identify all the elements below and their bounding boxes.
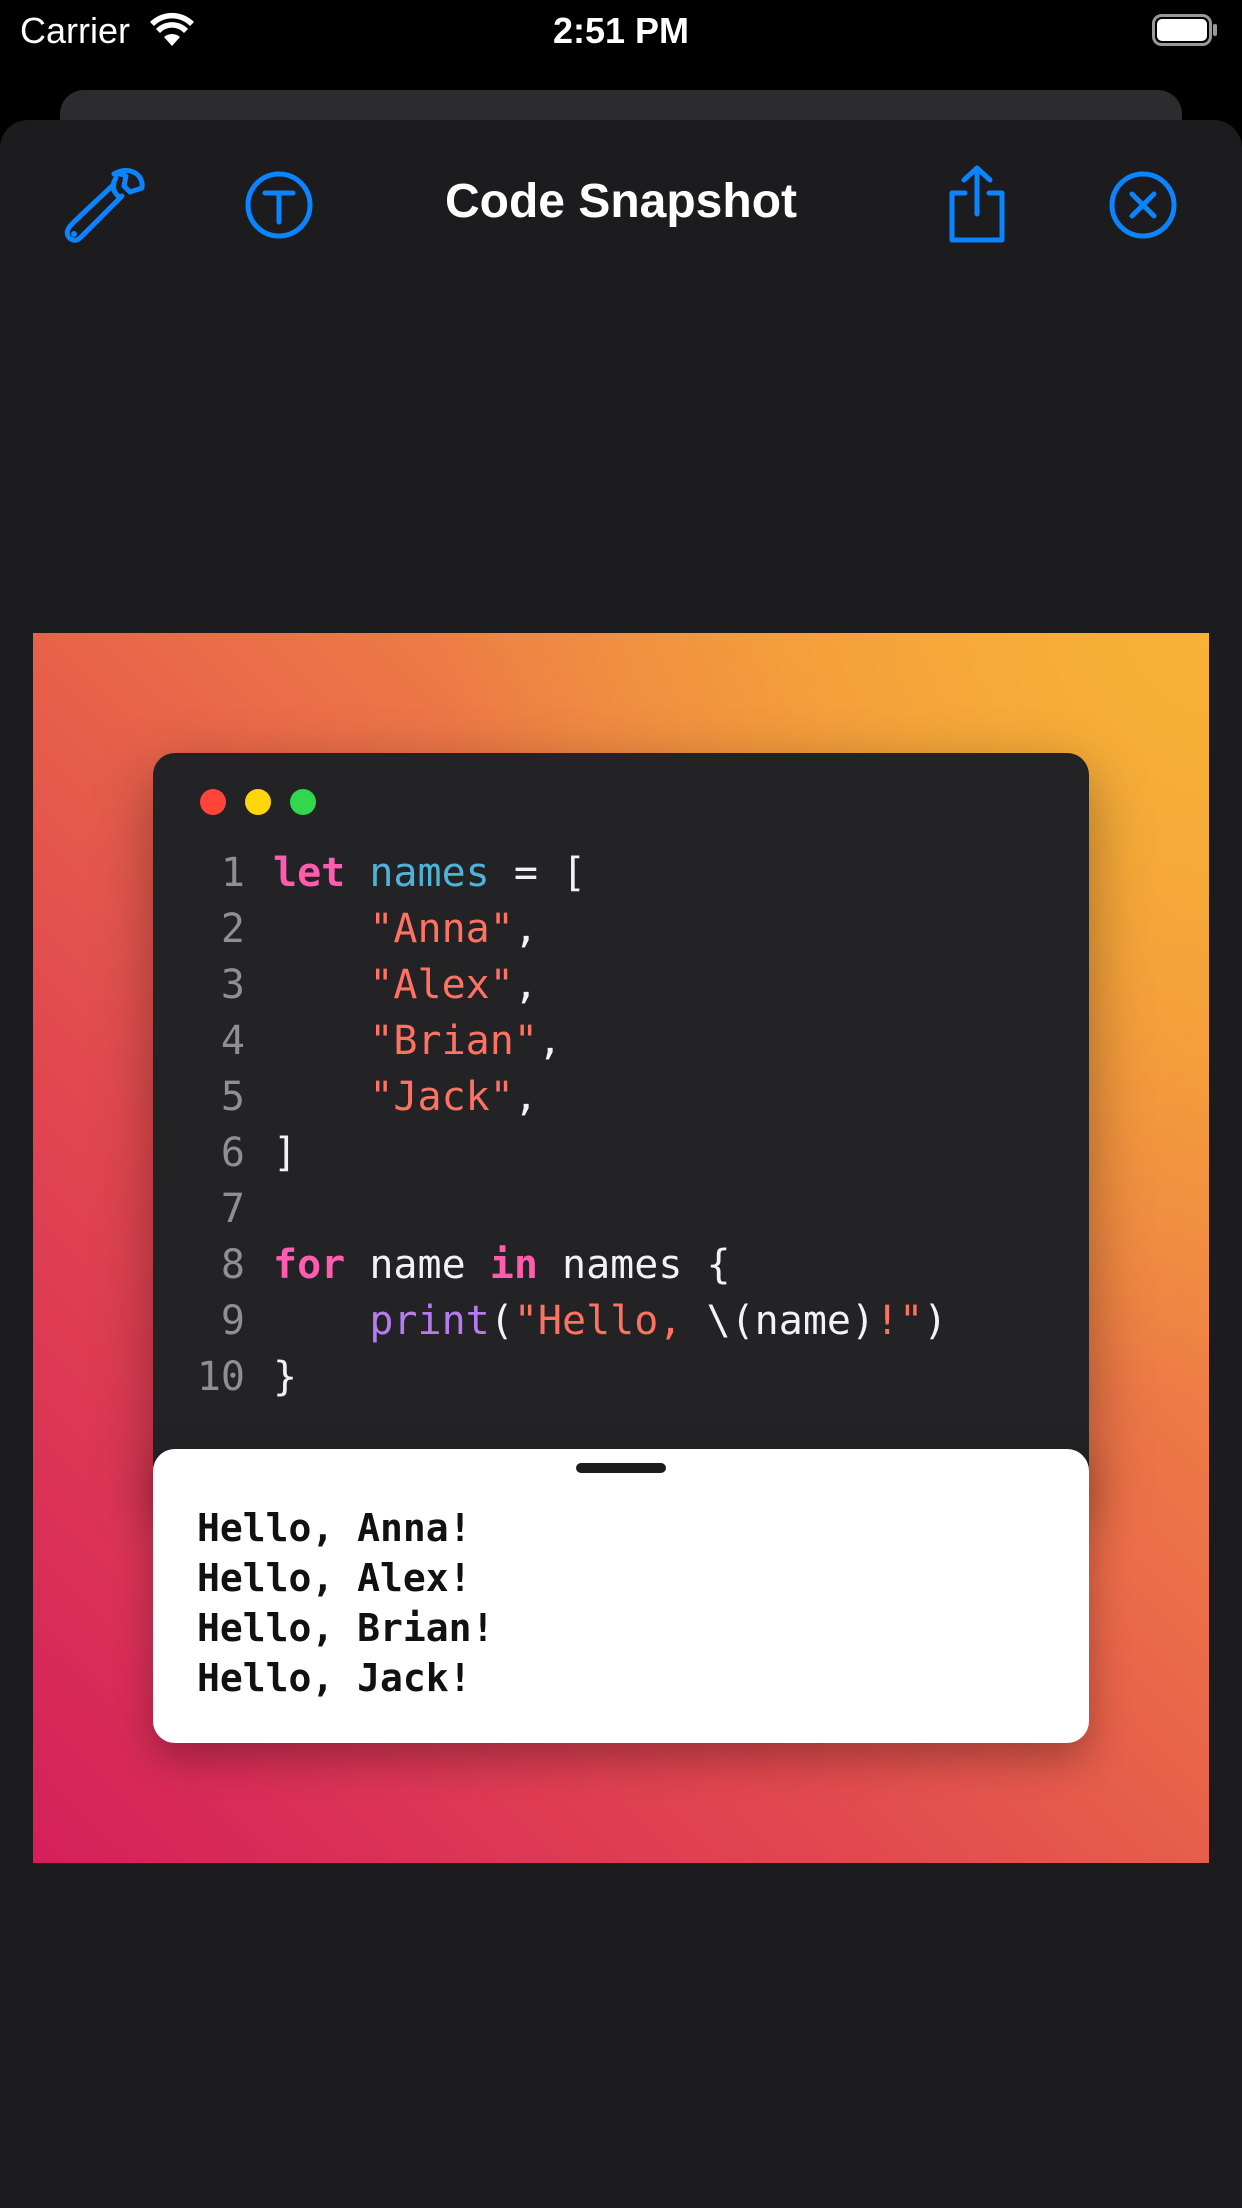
code-line: 8 for name in names { (153, 1237, 1089, 1293)
code-line: 10} (153, 1349, 1089, 1405)
code-token: ( (489, 1298, 514, 1344)
code-token: name (345, 1242, 490, 1288)
battery-icon (1152, 14, 1217, 46)
code-token: ) (923, 1298, 948, 1344)
line-number: 4 (220, 1018, 245, 1064)
code-line: 2 "Anna", (153, 901, 1089, 957)
code-text: ] (273, 1125, 297, 1181)
code-line: 1 let names = [ (153, 845, 1089, 901)
status-bar: Carrier 2:51 PM (0, 0, 1242, 64)
code-token: !" (875, 1298, 924, 1344)
code-token: ] (273, 1130, 298, 1176)
code-text: "Brian", (273, 1013, 562, 1069)
code-window: 1 let names = [2 "Anna", 3 "Alex", 4 "Brian… (153, 753, 1089, 1493)
code-token: names { (537, 1242, 731, 1288)
code-token: , (513, 1074, 538, 1120)
line-number: 9 (220, 1298, 245, 1344)
code-text: let names = [ (273, 845, 586, 901)
line-number: 2 (220, 906, 245, 952)
close-circle-icon[interactable] (1098, 160, 1188, 250)
line-number: 6 (220, 1130, 245, 1176)
code-token: = [ (489, 850, 587, 896)
line-number: 8 (220, 1242, 245, 1288)
code-token: , (513, 962, 538, 1008)
line-number: 1 (220, 850, 245, 896)
code-token: names (369, 850, 490, 896)
code-text: for name in names { (273, 1237, 731, 1293)
code-token: , (513, 906, 538, 952)
page-title: Code Snapshot (444, 175, 797, 228)
code-token: "Jack" (369, 1074, 514, 1120)
code-token: "Alex" (369, 962, 514, 1008)
line-number: 7 (220, 1186, 245, 1232)
code-token: "Anna" (369, 906, 514, 952)
share-icon[interactable] (932, 160, 1022, 250)
code-token: print (369, 1298, 490, 1344)
code-text: } (273, 1349, 297, 1405)
output-line: Hello, Jack! (197, 1656, 472, 1700)
line-number: 10 (196, 1354, 245, 1400)
code-token: \(name) (706, 1298, 876, 1344)
code-text: print("Hello, \(name)!") (273, 1293, 947, 1349)
code-line: 9 print("Hello, \(name)!") (153, 1293, 1089, 1349)
status-time: 2:51 PM (552, 10, 690, 51)
output-line: Hello, Brian! (197, 1606, 495, 1650)
code-text: "Anna", (273, 901, 538, 957)
code-token: "Brian" (369, 1018, 538, 1064)
output-panel: Hello, Anna! Hello, Alex! Hello, Brian! Hel… (153, 1449, 1089, 1743)
code-token: in (489, 1242, 538, 1288)
code-line: 7 (153, 1181, 1089, 1237)
code-line: 6] (153, 1125, 1089, 1181)
code-line: 5 "Jack", (153, 1069, 1089, 1125)
snapshot-canvas: 1 let names = [2 "Anna", 3 "Alex", 4 "Brian… (33, 633, 1209, 1863)
code-text: "Jack", (273, 1069, 538, 1125)
code-token: for (273, 1242, 346, 1288)
drag-handle[interactable] (576, 1463, 666, 1473)
output-line: Hello, Alex! (197, 1556, 472, 1600)
code-token: let (273, 850, 346, 896)
code-block: 1 let names = [2 "Anna", 3 "Alex", 4 "Brian… (153, 845, 1089, 1405)
code-token: "Hello, (513, 1298, 707, 1344)
line-number: 5 (220, 1074, 245, 1120)
window-close-dot (200, 789, 226, 815)
code-line: 3 "Alex", (153, 957, 1089, 1013)
output-lines: Hello, Anna! Hello, Alex! Hello, Brian! Hel… (197, 1503, 494, 1703)
window-minimize-dot (245, 789, 271, 815)
code-text: "Alex", (273, 957, 538, 1013)
code-token: , (537, 1018, 562, 1064)
code-token: } (273, 1354, 298, 1400)
window-zoom-dot (290, 789, 316, 815)
code-line: 4 "Brian", (153, 1013, 1089, 1069)
line-number: 3 (220, 962, 245, 1008)
output-line: Hello, Anna! (197, 1506, 472, 1550)
